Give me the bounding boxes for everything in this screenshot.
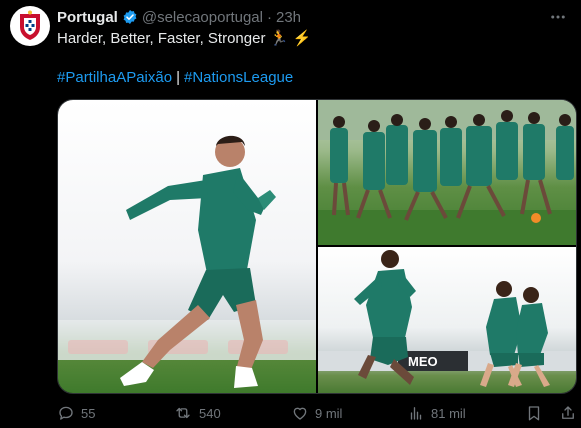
views-chart-icon [410, 407, 422, 420]
tweet-header: Portugal @selecaoportugal · 23h [57, 7, 301, 27]
like-button[interactable]: 9 mil [291, 402, 342, 424]
bookmark-icon [528, 406, 540, 421]
players-training-photo[interactable]: MEO [318, 247, 576, 393]
portugal-crest-icon [20, 10, 40, 40]
avatar[interactable] [10, 6, 50, 46]
bookmark-button[interactable] [525, 402, 549, 424]
author-name[interactable]: Portugal [57, 9, 118, 26]
tweet-actions: 55 540 9 mil 81 mil [57, 402, 575, 424]
like-count: 9 mil [315, 405, 343, 421]
views-count: 81 mil [431, 405, 466, 421]
player-sprinting-photo[interactable] [58, 100, 316, 393]
tweet-text: Harder, Better, Faster, Stronger 🏃 ⚡ [57, 30, 312, 47]
media-grid: MEO [57, 99, 577, 394]
reply-icon [59, 406, 73, 420]
reply-count: 55 [81, 405, 96, 421]
views-button[interactable]: 81 mil [407, 402, 466, 424]
author-handle[interactable]: @selecaoportugal [142, 9, 263, 26]
separator-dot: · [266, 8, 272, 26]
hashtags: #PartilhaAPaixão | #NationsLeague [57, 68, 293, 88]
hashtag-link[interactable]: #PartilhaAPaixão [57, 69, 172, 86]
repost-count: 540 [199, 405, 221, 421]
verified-badge-icon [122, 9, 138, 25]
repost-icon [176, 407, 190, 419]
share-icon [562, 406, 574, 419]
hashtag-separator: | [176, 69, 180, 86]
share-button[interactable] [559, 402, 581, 424]
banner-text: MEO [408, 354, 438, 369]
tweet-timestamp[interactable]: 23h [276, 9, 301, 26]
repost-button[interactable]: 540 [173, 402, 221, 424]
heart-icon [293, 407, 307, 420]
team-running-drill-photo[interactable] [318, 100, 576, 245]
more-options-icon[interactable] [549, 8, 567, 31]
reply-button[interactable]: 55 [57, 402, 95, 424]
hashtag-link[interactable]: #NationsLeague [184, 69, 293, 86]
